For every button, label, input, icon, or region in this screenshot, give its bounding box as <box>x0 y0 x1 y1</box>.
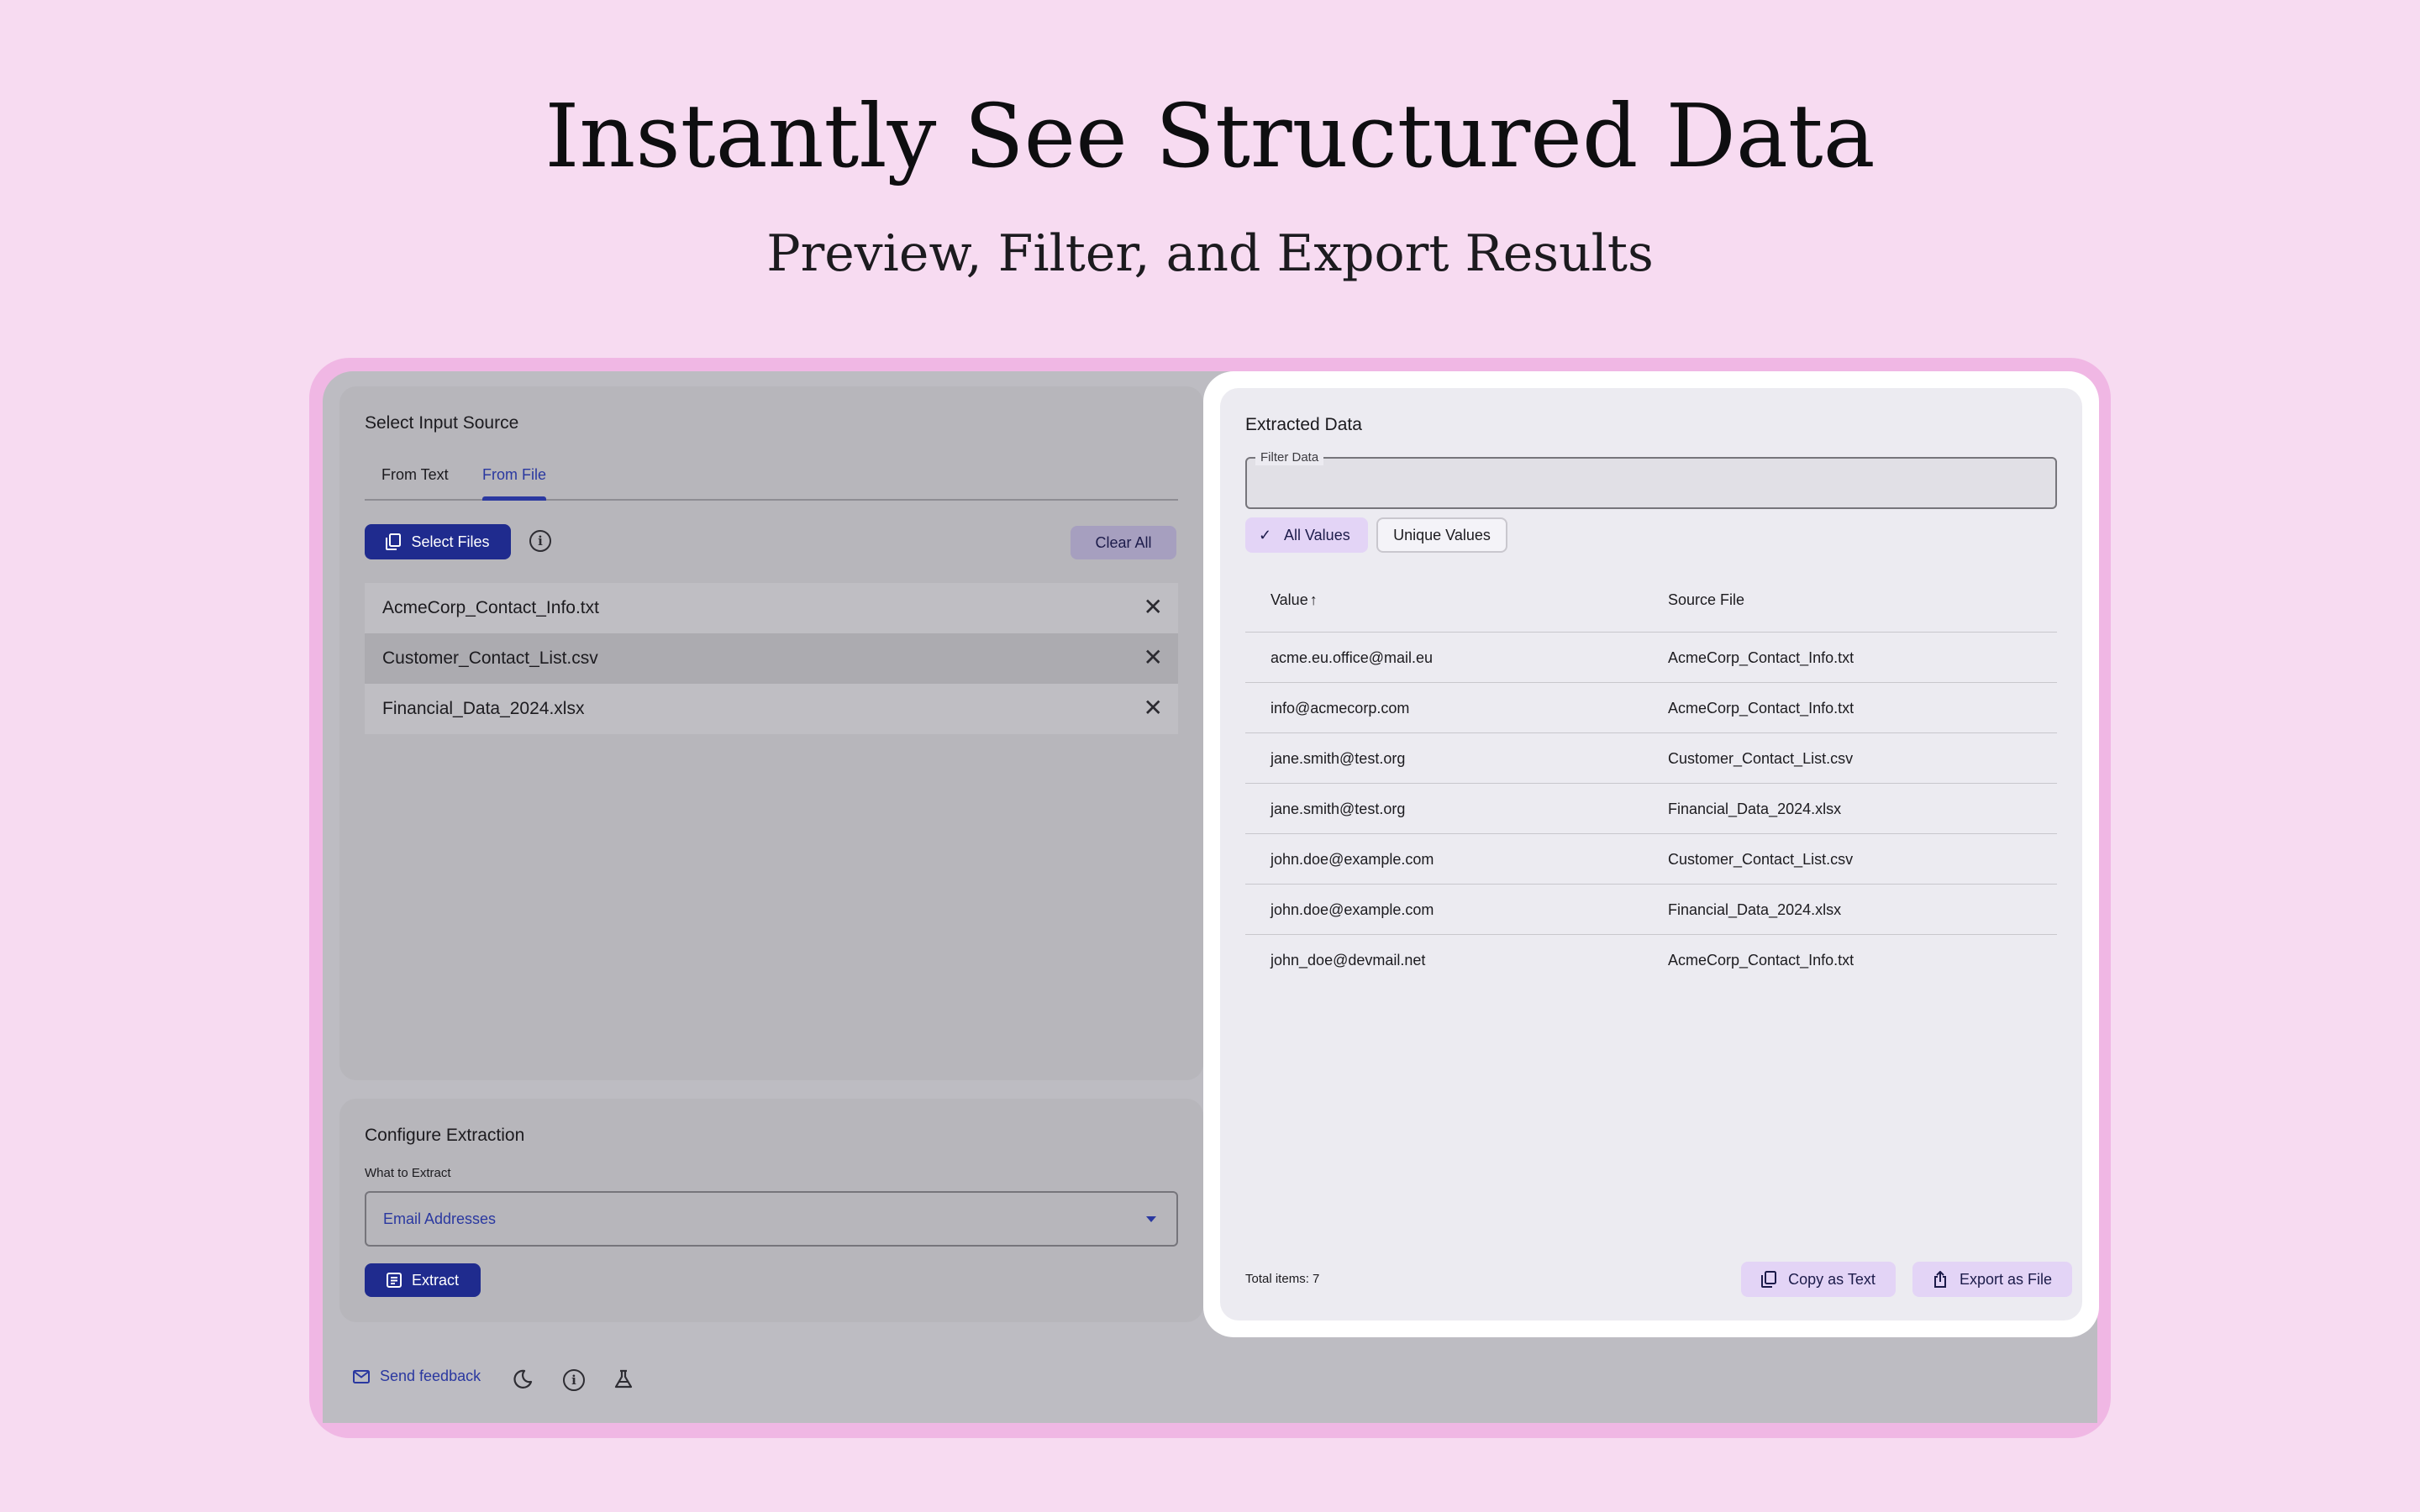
tab-from-file[interactable]: From File <box>482 462 546 501</box>
extract-type-select[interactable]: Email Addresses <box>365 1191 1178 1247</box>
send-feedback-label: Send feedback <box>380 1368 481 1384</box>
chip-all-values[interactable]: ✓ All Values <box>1245 517 1368 553</box>
copy-icon <box>386 533 402 550</box>
moon-icon[interactable] <box>513 1369 533 1389</box>
table-row[interactable]: info@acmecorp.com AcmeCorp_Contact_Info.… <box>1245 682 2057 733</box>
cell-source: Financial_Data_2024.xlsx <box>1668 901 1842 918</box>
column-header-value[interactable]: Value ↑ <box>1270 591 1318 609</box>
close-icon[interactable]: ✕ <box>1144 684 1163 732</box>
cell-source: Financial_Data_2024.xlsx <box>1668 801 1842 817</box>
chip-unique-values[interactable]: Unique Values <box>1376 517 1507 553</box>
configure-extraction-card: Configure Extraction What to Extract Ema… <box>339 1099 1203 1322</box>
table-row[interactable]: john.doe@example.com Financial_Data_2024… <box>1245 884 2057 935</box>
table-row[interactable]: jane.smith@test.org Customer_Contact_Lis… <box>1245 732 2057 784</box>
what-to-extract-label: What to Extract <box>365 1166 451 1180</box>
extract-label: Extract <box>411 1271 459 1289</box>
close-icon[interactable]: ✕ <box>1144 633 1163 682</box>
extracted-title: Extracted Data <box>1245 415 1362 434</box>
copy-icon <box>1761 1271 1777 1288</box>
cell-value: jane.smith@test.org <box>1270 801 1406 817</box>
cell-value: acme.eu.office@mail.eu <box>1270 649 1434 666</box>
send-feedback-link[interactable]: Send feedback <box>353 1368 481 1385</box>
source-tabs: From Text From File <box>365 462 1178 501</box>
configure-title: Configure Extraction <box>365 1126 525 1145</box>
extract-button[interactable]: Extract <box>365 1263 481 1297</box>
file-name: Financial_Data_2024.xlsx <box>382 699 585 718</box>
select-files-button[interactable]: Select Files <box>365 524 511 559</box>
tab-from-text[interactable]: From Text <box>381 462 449 499</box>
hero-subtitle: Preview, Filter, and Export Results <box>766 224 1654 283</box>
flask-icon[interactable] <box>613 1369 634 1389</box>
table-row[interactable]: jane.smith@test.org Financial_Data_2024.… <box>1245 783 2057 834</box>
file-list-item: AcmeCorp_Contact_Info.txt ✕ <box>365 583 1178 633</box>
cell-value: jane.smith@test.org <box>1270 750 1406 767</box>
file-list-item: Customer_Contact_List.csv ✕ <box>365 633 1178 684</box>
total-items-count: Total items: 7 <box>1245 1272 1320 1286</box>
export-as-file-button[interactable]: Export as File <box>1912 1262 2072 1297</box>
share-icon <box>1933 1271 1946 1288</box>
cell-value: info@acmecorp.com <box>1270 700 1410 717</box>
list-icon <box>386 1273 402 1288</box>
export-as-file-label: Export as File <box>1959 1270 2053 1288</box>
input-source-card: Select Input Source From Text From File … <box>339 386 1203 1080</box>
cell-value: john.doe@example.com <box>1270 901 1434 918</box>
input-source-title: Select Input Source <box>365 413 519 433</box>
clear-all-button[interactable]: Clear All <box>1071 526 1176 559</box>
table-row[interactable]: john_doe@devmail.net AcmeCorp_Contact_In… <box>1245 934 2057 985</box>
cell-source: Customer_Contact_List.csv <box>1668 851 1854 868</box>
chip-all-values-label: All Values <box>1284 527 1350 543</box>
bottom-toolbar: Send feedback i <box>323 1336 2097 1423</box>
dropdown-caret-icon <box>1146 1216 1156 1222</box>
column-header-value-label: Value <box>1270 591 1308 608</box>
select-files-label: Select Files <box>411 533 490 550</box>
filter-data-label: Filter Data <box>1255 450 1324 465</box>
copy-as-text-label: Copy as Text <box>1788 1270 1876 1288</box>
column-header-source: Source File <box>1668 591 1745 608</box>
file-list-item: Financial_Data_2024.xlsx ✕ <box>365 684 1178 734</box>
cell-source: AcmeCorp_Contact_Info.txt <box>1668 649 1854 666</box>
sort-up-icon: ↑ <box>1309 591 1318 608</box>
mail-icon <box>353 1369 370 1383</box>
cell-source: AcmeCorp_Contact_Info.txt <box>1668 700 1854 717</box>
close-icon[interactable]: ✕ <box>1144 583 1163 632</box>
filter-data-input[interactable]: Filter Data <box>1245 450 2057 509</box>
cell-source: Customer_Contact_List.csv <box>1668 750 1854 767</box>
hero-title: Instantly See Structured Data <box>544 85 1876 187</box>
table-row[interactable]: acme.eu.office@mail.eu AcmeCorp_Contact_… <box>1245 632 2057 683</box>
table-row[interactable]: john.doe@example.com Customer_Contact_Li… <box>1245 833 2057 885</box>
check-icon: ✓ <box>1259 527 1272 543</box>
cell-value: john.doe@example.com <box>1270 851 1434 868</box>
extracted-data-card: Extracted Data Filter Data ✓ All Values … <box>1220 388 2082 1320</box>
info-icon[interactable]: i <box>529 530 551 552</box>
copy-as-text-button[interactable]: Copy as Text <box>1741 1262 1896 1297</box>
cell-value: john_doe@devmail.net <box>1270 952 1426 969</box>
file-name: Customer_Contact_List.csv <box>382 648 598 668</box>
about-info-icon[interactable]: i <box>563 1369 585 1391</box>
extract-type-value: Email Addresses <box>383 1210 497 1227</box>
extracted-panel-wrapper: Extracted Data Filter Data ✓ All Values … <box>1203 371 2099 1337</box>
file-name: AcmeCorp_Contact_Info.txt <box>382 598 599 617</box>
cell-source: AcmeCorp_Contact_Info.txt <box>1668 952 1854 969</box>
